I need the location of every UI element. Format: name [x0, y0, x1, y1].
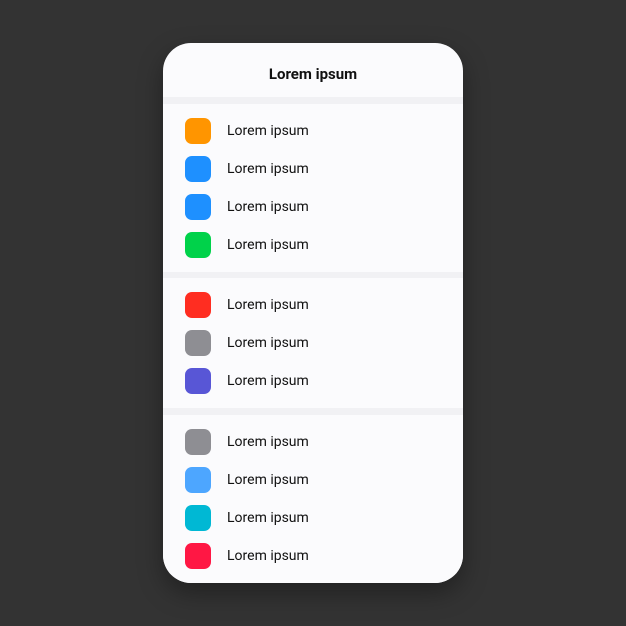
list-item[interactable]: Lorem ipsum — [163, 226, 463, 264]
settings-group-3: Lorem ipsum Lorem ipsum Lorem ipsum Lore… — [163, 415, 463, 583]
item-label: Lorem ipsum — [227, 161, 309, 177]
list-item[interactable]: Lorem ipsum — [163, 362, 463, 400]
list-item[interactable]: Lorem ipsum — [163, 537, 463, 575]
settings-group-1: Lorem ipsum Lorem ipsum Lorem ipsum Lore… — [163, 104, 463, 272]
item-label: Lorem ipsum — [227, 373, 309, 389]
panel-title: Lorem ipsum — [163, 65, 463, 83]
list-item[interactable]: Lorem ipsum — [163, 286, 463, 324]
item-label: Lorem ipsum — [227, 123, 309, 139]
item-label: Lorem ipsum — [227, 472, 309, 488]
item-label: Lorem ipsum — [227, 199, 309, 215]
list-item[interactable]: Lorem ipsum — [163, 150, 463, 188]
item-label: Lorem ipsum — [227, 335, 309, 351]
item-label: Lorem ipsum — [227, 510, 309, 526]
group-separator — [163, 408, 463, 415]
color-swatch-icon — [185, 543, 211, 569]
panel-header: Lorem ipsum — [163, 43, 463, 97]
list-item[interactable]: Lorem ipsum — [163, 324, 463, 362]
list-item[interactable]: Lorem ipsum — [163, 499, 463, 537]
color-swatch-icon — [185, 118, 211, 144]
item-label: Lorem ipsum — [227, 297, 309, 313]
color-swatch-icon — [185, 429, 211, 455]
list-item[interactable]: Lorem ipsum — [163, 112, 463, 150]
settings-group-2: Lorem ipsum Lorem ipsum Lorem ipsum — [163, 278, 463, 408]
color-swatch-icon — [185, 194, 211, 220]
list-item[interactable]: Lorem ipsum — [163, 188, 463, 226]
color-swatch-icon — [185, 330, 211, 356]
item-label: Lorem ipsum — [227, 237, 309, 253]
group-separator — [163, 97, 463, 104]
item-label: Lorem ipsum — [227, 434, 309, 450]
color-swatch-icon — [185, 156, 211, 182]
color-swatch-icon — [185, 368, 211, 394]
item-label: Lorem ipsum — [227, 548, 309, 564]
group-separator — [163, 272, 463, 279]
list-item[interactable]: Lorem ipsum — [163, 423, 463, 461]
list-item[interactable]: Lorem ipsum — [163, 461, 463, 499]
color-swatch-icon — [185, 467, 211, 493]
color-swatch-icon — [185, 505, 211, 531]
color-swatch-icon — [185, 232, 211, 258]
settings-panel: Lorem ipsum Lorem ipsum Lorem ipsum Lore… — [163, 43, 463, 583]
color-swatch-icon — [185, 292, 211, 318]
